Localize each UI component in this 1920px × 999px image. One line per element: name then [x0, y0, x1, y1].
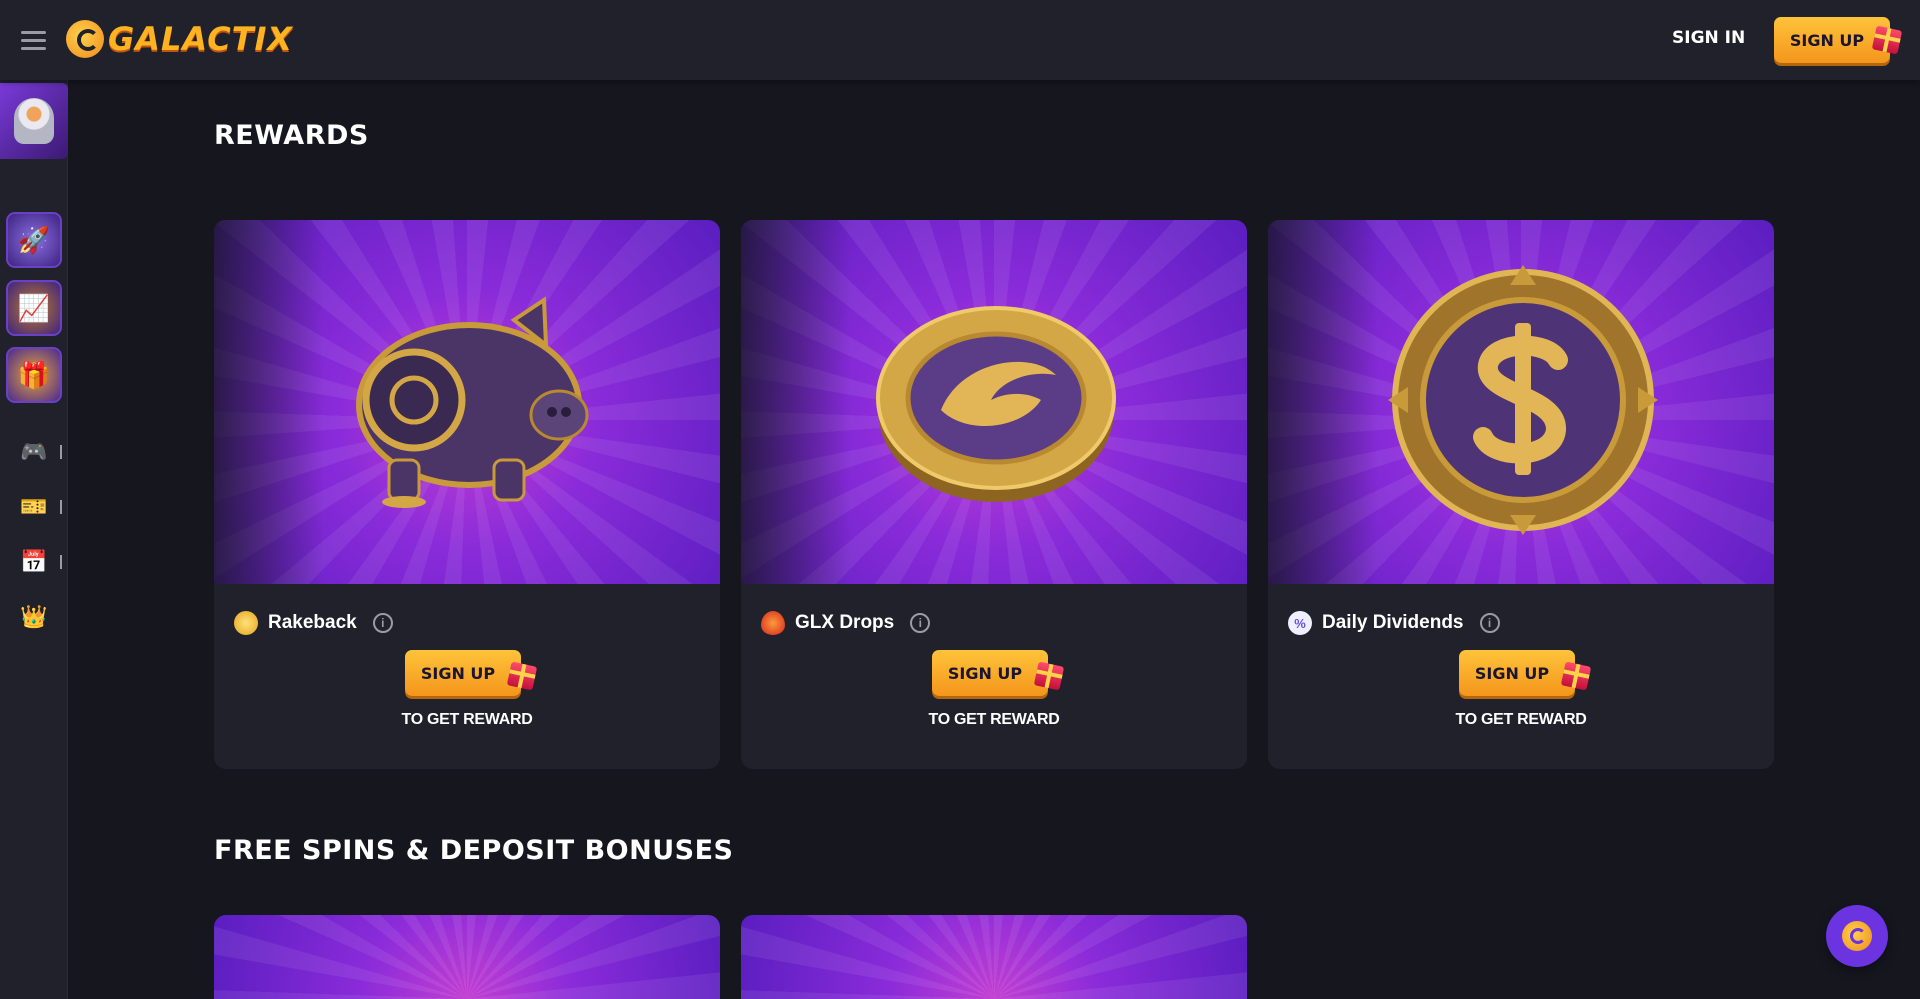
chart-game-tile[interactable]: 📈	[6, 280, 62, 336]
rocket-icon: 🚀	[17, 224, 51, 255]
reward-row: GLX Drops i	[761, 611, 931, 635]
reward-row: % Daily Dividends i	[1288, 611, 1500, 635]
chat-support-button[interactable]	[1826, 905, 1888, 967]
piggy-bank-icon	[356, 296, 589, 508]
bonuses-title: FREE SPINS & DEPOSIT BONUSES	[214, 835, 734, 866]
sidebar-divider	[60, 555, 62, 569]
info-icon[interactable]: i	[910, 613, 931, 633]
reward-name: GLX Drops	[795, 612, 895, 633]
gamepad-icon[interactable]: 🎮	[18, 439, 50, 465]
glx-drop-icon	[761, 611, 785, 635]
rocket-game-tile[interactable]: 🚀	[6, 212, 62, 268]
card-sign-up-label: SIGN UP	[947, 663, 1023, 683]
sign-up-button[interactable]: SIGN UP	[1774, 17, 1903, 63]
glx-coin-icon	[876, 306, 1116, 502]
gift-icon	[1871, 25, 1903, 55]
reward-card-daily-dividends: % Daily Dividends i SIGN UP TO GET REWAR…	[1268, 220, 1774, 769]
astronaut-avatar[interactable]	[0, 83, 68, 159]
crown-icon[interactable]: 👑	[18, 604, 50, 630]
bonus-card-image[interactable]	[741, 915, 1247, 999]
card-sign-up-label: SIGN UP	[420, 663, 496, 683]
card-sign-up-button[interactable]: SIGN UP	[932, 650, 1065, 696]
rakeback-image	[214, 220, 720, 584]
daily-dividends-image	[1268, 220, 1774, 584]
logo-text: GALACTIX	[108, 20, 294, 58]
galactix-chat-icon	[1842, 921, 1872, 951]
reward-name: Rakeback	[268, 612, 357, 633]
rakeback-coins-icon	[234, 611, 258, 635]
astronaut-icon	[14, 98, 54, 144]
galactix-logo[interactable]: GALACTIX	[66, 16, 293, 62]
chart-icon: 📈	[17, 292, 51, 323]
top-header: GALACTIX SIGN IN SIGN UP	[0, 0, 1920, 80]
reward-name: Daily Dividends	[1322, 612, 1464, 633]
sign-up-label: SIGN UP	[1789, 30, 1865, 50]
logo-mark-icon	[66, 20, 104, 58]
sidebar-divider	[60, 500, 62, 514]
rewards-title: REWARDS	[214, 120, 369, 151]
gift-icon	[1033, 661, 1065, 691]
sign-in-button[interactable]: SIGN IN	[1672, 28, 1745, 48]
percent-badge-icon: %	[1288, 611, 1312, 635]
reward-subtext: TO GET REWARD	[1455, 711, 1587, 728]
gift-box-game-tile[interactable]: 🎁	[6, 347, 62, 403]
info-icon[interactable]: i	[372, 613, 393, 633]
reward-card-rakeback: Rakeback i SIGN UP TO GET REWARD	[214, 220, 720, 769]
reward-row: Rakeback i	[234, 611, 393, 635]
reward-card-glx-drops: GLX Drops i SIGN UP TO GET REWARD	[741, 220, 1247, 769]
gift-icon	[506, 661, 538, 691]
hamburger-menu-icon[interactable]	[21, 31, 46, 50]
card-sign-up-label: SIGN UP	[1474, 663, 1550, 683]
gift-box-icon: 🎁	[17, 359, 51, 390]
card-sign-up-button[interactable]: SIGN UP	[1459, 650, 1592, 696]
bonus-card-image[interactable]	[214, 915, 720, 999]
sidebar-divider	[60, 445, 62, 459]
left-sidebar: 🚀 📈 🎁 🎮 🎫 📅 👑	[0, 80, 68, 999]
info-icon[interactable]: i	[1479, 613, 1500, 633]
card-sign-up-button[interactable]: SIGN UP	[405, 650, 538, 696]
ticket-icon[interactable]: 🎫	[18, 494, 50, 520]
dollar-coin-icon	[1388, 265, 1658, 535]
gift-icon	[1560, 661, 1592, 691]
reward-subtext: TO GET REWARD	[928, 711, 1060, 728]
reward-subtext: TO GET REWARD	[401, 711, 533, 728]
glx-drops-image	[741, 220, 1247, 584]
calendar-icon[interactable]: 📅	[18, 549, 50, 575]
